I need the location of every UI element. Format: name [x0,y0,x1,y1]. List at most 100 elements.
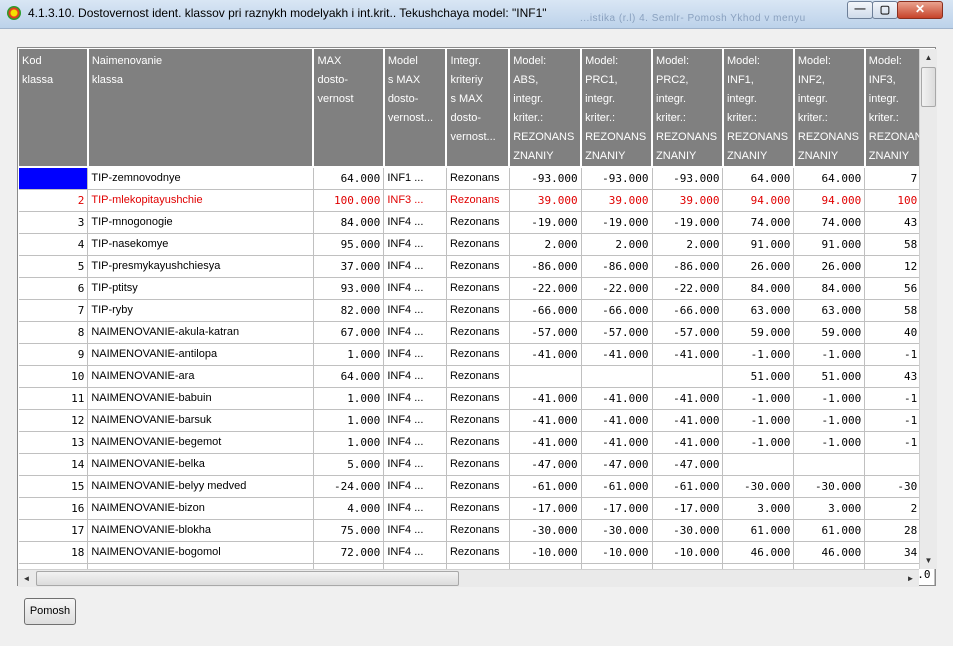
cell-max[interactable]: 4.000 [313,497,385,520]
cell-name[interactable]: TIP-nasekomye [87,233,314,256]
cell-code[interactable]: 13 [19,431,89,454]
cell-prc1[interactable]: -66.000 [581,299,653,322]
cell-prc1[interactable]: -30.000 [581,519,653,542]
cell-abs[interactable]: -66.000 [509,299,582,322]
cell-prc1[interactable]: -41.000 [581,343,653,366]
cell-inf2[interactable]: -1.000 [793,387,866,410]
cell-prc1[interactable]: -41.000 [581,431,653,454]
cell-inf1[interactable] [722,453,795,476]
cell-code[interactable]: 16 [19,497,89,520]
cell-prc2[interactable]: -66.000 [652,299,724,322]
horizontal-scrollbar[interactable]: ◄ ► [18,569,919,587]
table-row[interactable]: 8 NAIMENOVANIE-akula-katran 67.000 INF4 ...… [19,321,935,344]
cell-crit[interactable]: Rezonans [446,475,510,498]
cell-prc1[interactable]: -19.000 [581,211,653,234]
cell-code[interactable]: 12 [19,409,89,432]
table-row[interactable]: 14 NAIMENOVANIE-belka 5.000 INF4 ... Rezonan… [19,453,935,476]
cell-model[interactable]: INF4 ... [383,519,447,542]
cell-prc2[interactable]: -10.000 [652,541,724,564]
column-header-5[interactable]: Model: ABS, integr. kriter.: REZONANS ZN… [509,49,583,168]
cell-prc2[interactable]: -41.000 [652,409,724,432]
cell-abs[interactable]: -41.000 [509,409,582,432]
cell-prc2[interactable]: -30.000 [652,519,724,542]
cell-code[interactable]: 11 [19,387,89,410]
cell-inf1[interactable]: -30.000 [722,475,795,498]
cell-model[interactable]: INF3 ... [383,189,447,212]
cell-inf2[interactable]: 61.000 [793,519,866,542]
table-row[interactable]: 6 TIP-ptitsy 93.000 INF4 ... Rezonans -22.000… [19,277,935,300]
cell-crit[interactable]: Rezonans [446,519,510,542]
cell-inf2[interactable]: 59.000 [793,321,866,344]
cell-inf1[interactable]: 51.000 [722,365,795,388]
cell-max[interactable]: 93.000 [313,277,385,300]
cell-inf1[interactable]: 94.000 [722,189,795,212]
scroll-left-icon[interactable]: ◄ [18,570,35,587]
cell-name[interactable]: NAIMENOVANIE-ara [87,365,314,388]
cell-prc2[interactable]: -41.000 [652,343,724,366]
cell-code[interactable]: 3 [19,211,89,234]
cell-inf2[interactable]: 26.000 [793,255,866,278]
cell-crit[interactable]: Rezonans [446,255,510,278]
cell-abs[interactable]: -61.000 [509,475,582,498]
cell-inf1[interactable]: 26.000 [722,255,795,278]
cell-name[interactable]: NAIMENOVANIE-begemot [87,431,314,454]
table-row[interactable]: 9 NAIMENOVANIE-antilopa 1.000 INF4 ... Rezon… [19,343,935,366]
column-header-1[interactable]: Naimenovanie klassa [87,49,315,168]
cell-name[interactable]: TIP-zemnovodnye [87,167,314,190]
table-row[interactable]: 18 NAIMENOVANIE-bogomol 72.000 INF4 ... Rezo… [19,541,935,564]
cell-max[interactable]: 64.000 [313,167,385,190]
table-row[interactable]: 4 TIP-nasekomye 95.000 INF4 ... Rezonans 2.00… [19,233,935,256]
cell-code[interactable]: 5 [19,255,89,278]
cell-name[interactable]: TIP-presmykayushchiesya [87,255,314,278]
cell-name[interactable]: NAIMENOVANIE-babuin [87,387,314,410]
cell-model[interactable]: INF4 ... [383,387,447,410]
cell-inf2[interactable]: 84.000 [793,277,866,300]
cell-code[interactable]: 8 [19,321,89,344]
cell-inf1[interactable]: 91.000 [722,233,795,256]
cell-model[interactable]: INF4 ... [383,277,447,300]
cell-max[interactable]: 82.000 [313,299,385,322]
cell-name[interactable]: TIP-mnogonogie [87,211,314,234]
cell-inf2[interactable]: -1.000 [793,431,866,454]
cell-inf2[interactable]: 91.000 [793,233,866,256]
cell-name[interactable]: NAIMENOVANIE-akula-katran [87,321,314,344]
cell-model[interactable]: INF4 ... [383,431,447,454]
cell-prc1[interactable]: -57.000 [581,321,653,344]
table-row[interactable]: 17 NAIMENOVANIE-blokha 75.000 INF4 ... Rezon… [19,519,935,542]
cell-model[interactable]: INF4 ... [383,255,447,278]
cell-inf2[interactable]: 46.000 [793,541,866,564]
column-header-0[interactable]: Kod klassa [19,49,89,168]
cell-max[interactable]: 75.000 [313,519,385,542]
cell-code[interactable]: 6 [19,277,89,300]
cell-model[interactable]: INF4 ... [383,299,447,322]
cell-prc1[interactable]: -41.000 [581,409,653,432]
cell-inf2[interactable]: 64.000 [793,167,866,190]
cell-abs[interactable]: -41.000 [509,431,582,454]
vertical-scrollbar[interactable]: ▲ ▼ [919,49,937,569]
help-button[interactable]: Pomosh [24,598,76,625]
table-row[interactable]: 13 NAIMENOVANIE-begemot 1.000 INF4 ... Rezon… [19,431,935,454]
cell-prc1[interactable]: -17.000 [581,497,653,520]
column-header-4[interactable]: Integr. kriteriy s MAX dosto- vernost... [446,49,511,168]
cell-inf1[interactable]: -1.000 [722,431,795,454]
cell-prc1[interactable]: -41.000 [581,387,653,410]
cell-inf1[interactable]: 84.000 [722,277,795,300]
data-grid[interactable]: Kod klassa Naimenovanie klassa MAX dosto- … [17,47,936,586]
table-row[interactable]: 12 NAIMENOVANIE-barsuk 1.000 INF4 ... Rezona… [19,409,935,432]
cell-prc2[interactable] [652,365,724,388]
cell-crit[interactable]: Rezonans [446,277,510,300]
cell-max[interactable]: 37.000 [313,255,385,278]
cell-inf1[interactable]: 63.000 [722,299,795,322]
cell-prc2[interactable]: -86.000 [652,255,724,278]
cell-model[interactable]: INF1 ... [383,167,447,190]
cell-abs[interactable]: -30.000 [509,519,582,542]
cell-max[interactable]: -24.000 [313,475,385,498]
cell-inf2[interactable] [793,453,866,476]
cell-prc1[interactable]: 2.000 [581,233,653,256]
column-header-2[interactable]: MAX dosto- vernost [313,49,385,168]
cell-model[interactable]: INF4 ... [383,233,447,256]
cell-max[interactable]: 1.000 [313,409,385,432]
cell-model[interactable]: INF4 ... [383,453,447,476]
cell-crit[interactable]: Rezonans [446,387,510,410]
column-header-6[interactable]: Model: PRC1, integr. kriter.: REZONANS Z… [581,49,654,168]
